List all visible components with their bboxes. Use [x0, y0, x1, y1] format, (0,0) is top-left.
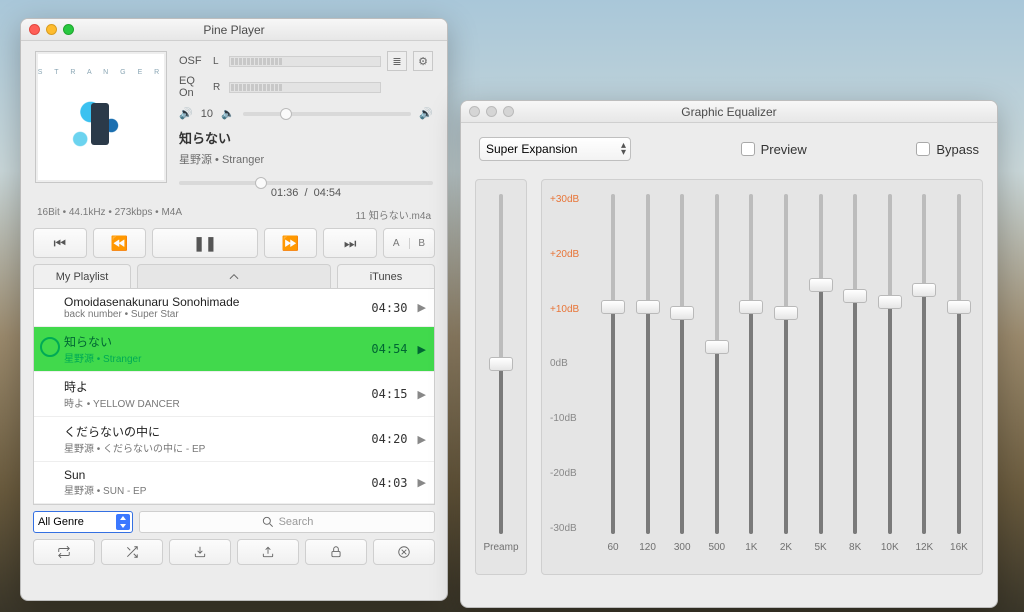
band-freq-label: 2K [780, 542, 792, 553]
band-freq-label: 300 [674, 542, 691, 553]
band-freq-label: 8K [849, 542, 861, 553]
band-freq-label: 120 [639, 542, 656, 553]
scale-labels: +30dB +20dB +10dB 0dB -10dB -20dB -30dB [550, 194, 579, 534]
band-freq-label: 1K [745, 542, 757, 553]
band-freq-label: 12K [915, 542, 933, 553]
rewind-button[interactable]: ⏪ [93, 228, 147, 258]
tab-itunes[interactable]: iTunes [337, 264, 435, 288]
progress-slider[interactable] [179, 181, 433, 185]
volume-min-icon: 🔈 [221, 107, 235, 120]
band-slider[interactable] [916, 194, 932, 534]
channel-l-label: L [213, 56, 223, 67]
output-level: 10 [201, 108, 213, 120]
album-art-image [49, 76, 153, 166]
repeat-button[interactable] [33, 539, 95, 565]
shuffle-button[interactable] [101, 539, 163, 565]
band-slider[interactable] [951, 194, 967, 534]
ab-repeat-button[interactable]: AB [383, 228, 435, 258]
band-slider[interactable] [640, 194, 656, 534]
settings-icon[interactable]: ⚙ [413, 51, 433, 71]
stream-info: 16Bit • 44.1kHz • 273kbps • M4A [37, 207, 182, 222]
now-playing-artist: 星野源 • Stranger [179, 151, 433, 167]
genre-select[interactable]: All Genre [33, 511, 133, 533]
play-pause-button[interactable]: ❚❚ [152, 228, 257, 258]
export-button[interactable] [237, 539, 299, 565]
band-freq-label: 60 [607, 542, 618, 553]
window-title: Pine Player [21, 23, 447, 37]
band-slider[interactable] [882, 194, 898, 534]
album-header-text: S T R A N G E R [38, 69, 164, 76]
band-slider[interactable] [847, 194, 863, 534]
band-freq-label: 5K [814, 542, 826, 553]
eq-on-label: EQ On [179, 75, 207, 99]
volume-slider[interactable] [243, 112, 412, 116]
play-icon: ▶ [418, 476, 426, 489]
import-button[interactable] [169, 539, 231, 565]
preamp-slider[interactable] [493, 194, 509, 534]
play-icon: ▶ [418, 343, 426, 356]
list-item[interactable]: くだらないの中に星野源 • くだらないの中に - EP 04:20▶ [34, 417, 434, 462]
list-item[interactable]: Sun星野源 • SUN - EP 04:03▶ [34, 462, 434, 504]
preamp-column: Preamp [475, 179, 527, 575]
play-icon: ▶ [418, 388, 426, 401]
search-icon [261, 515, 275, 529]
bands-column: +30dB +20dB +10dB 0dB -10dB -20dB -30dB … [541, 179, 983, 575]
progress-time: 01:36 / 04:54 [179, 187, 433, 199]
band-slider[interactable] [709, 194, 725, 534]
album-art: S T R A N G E R [35, 51, 167, 183]
list-item[interactable]: 時よ時よ • YELLOW DANCER 04:15▶ [34, 372, 434, 417]
level-meter-right [229, 82, 381, 93]
collapse-button[interactable] [137, 264, 331, 288]
level-meter-left [229, 56, 381, 67]
playlist: Omoidasenakunaru Sonohimadeback number •… [33, 288, 435, 505]
output-icon: 🔊 [179, 107, 193, 120]
channel-r-label: R [213, 82, 223, 93]
preset-select[interactable]: Super Expansion ▴▾ [479, 137, 631, 161]
next-track-button[interactable]: ⏭ [323, 228, 377, 258]
band-freq-label: 16K [950, 542, 968, 553]
pine-player-window: Pine Player S T R A N G E R OSF L ≣ ⚙ EQ… [20, 18, 448, 601]
forward-button[interactable]: ⏩ [264, 228, 318, 258]
now-playing-title: 知らない [179, 128, 433, 147]
graphic-equalizer-window: Graphic Equalizer Super Expansion ▴▾ Pre… [460, 100, 998, 608]
player-titlebar[interactable]: Pine Player [21, 19, 447, 41]
band-slider[interactable] [674, 194, 690, 534]
chevron-updown-icon [116, 514, 130, 530]
band-slider[interactable] [778, 194, 794, 534]
window-title: Graphic Equalizer [461, 105, 997, 119]
list-item[interactable]: 知らない星野源 • Stranger 04:54▶ [34, 327, 434, 372]
list-toggle-icon[interactable]: ≣ [387, 51, 407, 71]
bypass-checkbox[interactable]: Bypass [916, 142, 979, 157]
clear-button[interactable] [373, 539, 435, 565]
tab-my-playlist[interactable]: My Playlist [33, 264, 131, 288]
filename: 11 知らない.m4a [356, 207, 431, 222]
preamp-label: Preamp [483, 542, 518, 553]
band-slider[interactable] [813, 194, 829, 534]
list-item[interactable]: Omoidasenakunaru Sonohimadeback number •… [34, 289, 434, 327]
band-freq-label: 10K [881, 542, 899, 553]
band-slider[interactable] [605, 194, 621, 534]
band-freq-label: 500 [708, 542, 725, 553]
preview-checkbox[interactable]: Preview [741, 142, 807, 157]
eq-titlebar[interactable]: Graphic Equalizer [461, 101, 997, 123]
play-icon: ▶ [418, 301, 426, 314]
volume-max-icon: 🔊 [419, 107, 433, 120]
osf-label: OSF [179, 55, 207, 67]
play-icon: ▶ [418, 433, 426, 446]
chevron-updown-icon: ▴▾ [621, 142, 626, 156]
band-slider[interactable] [743, 194, 759, 534]
lock-button[interactable] [305, 539, 367, 565]
prev-track-button[interactable]: ⏮ [33, 228, 87, 258]
search-input[interactable]: Search [139, 511, 435, 533]
